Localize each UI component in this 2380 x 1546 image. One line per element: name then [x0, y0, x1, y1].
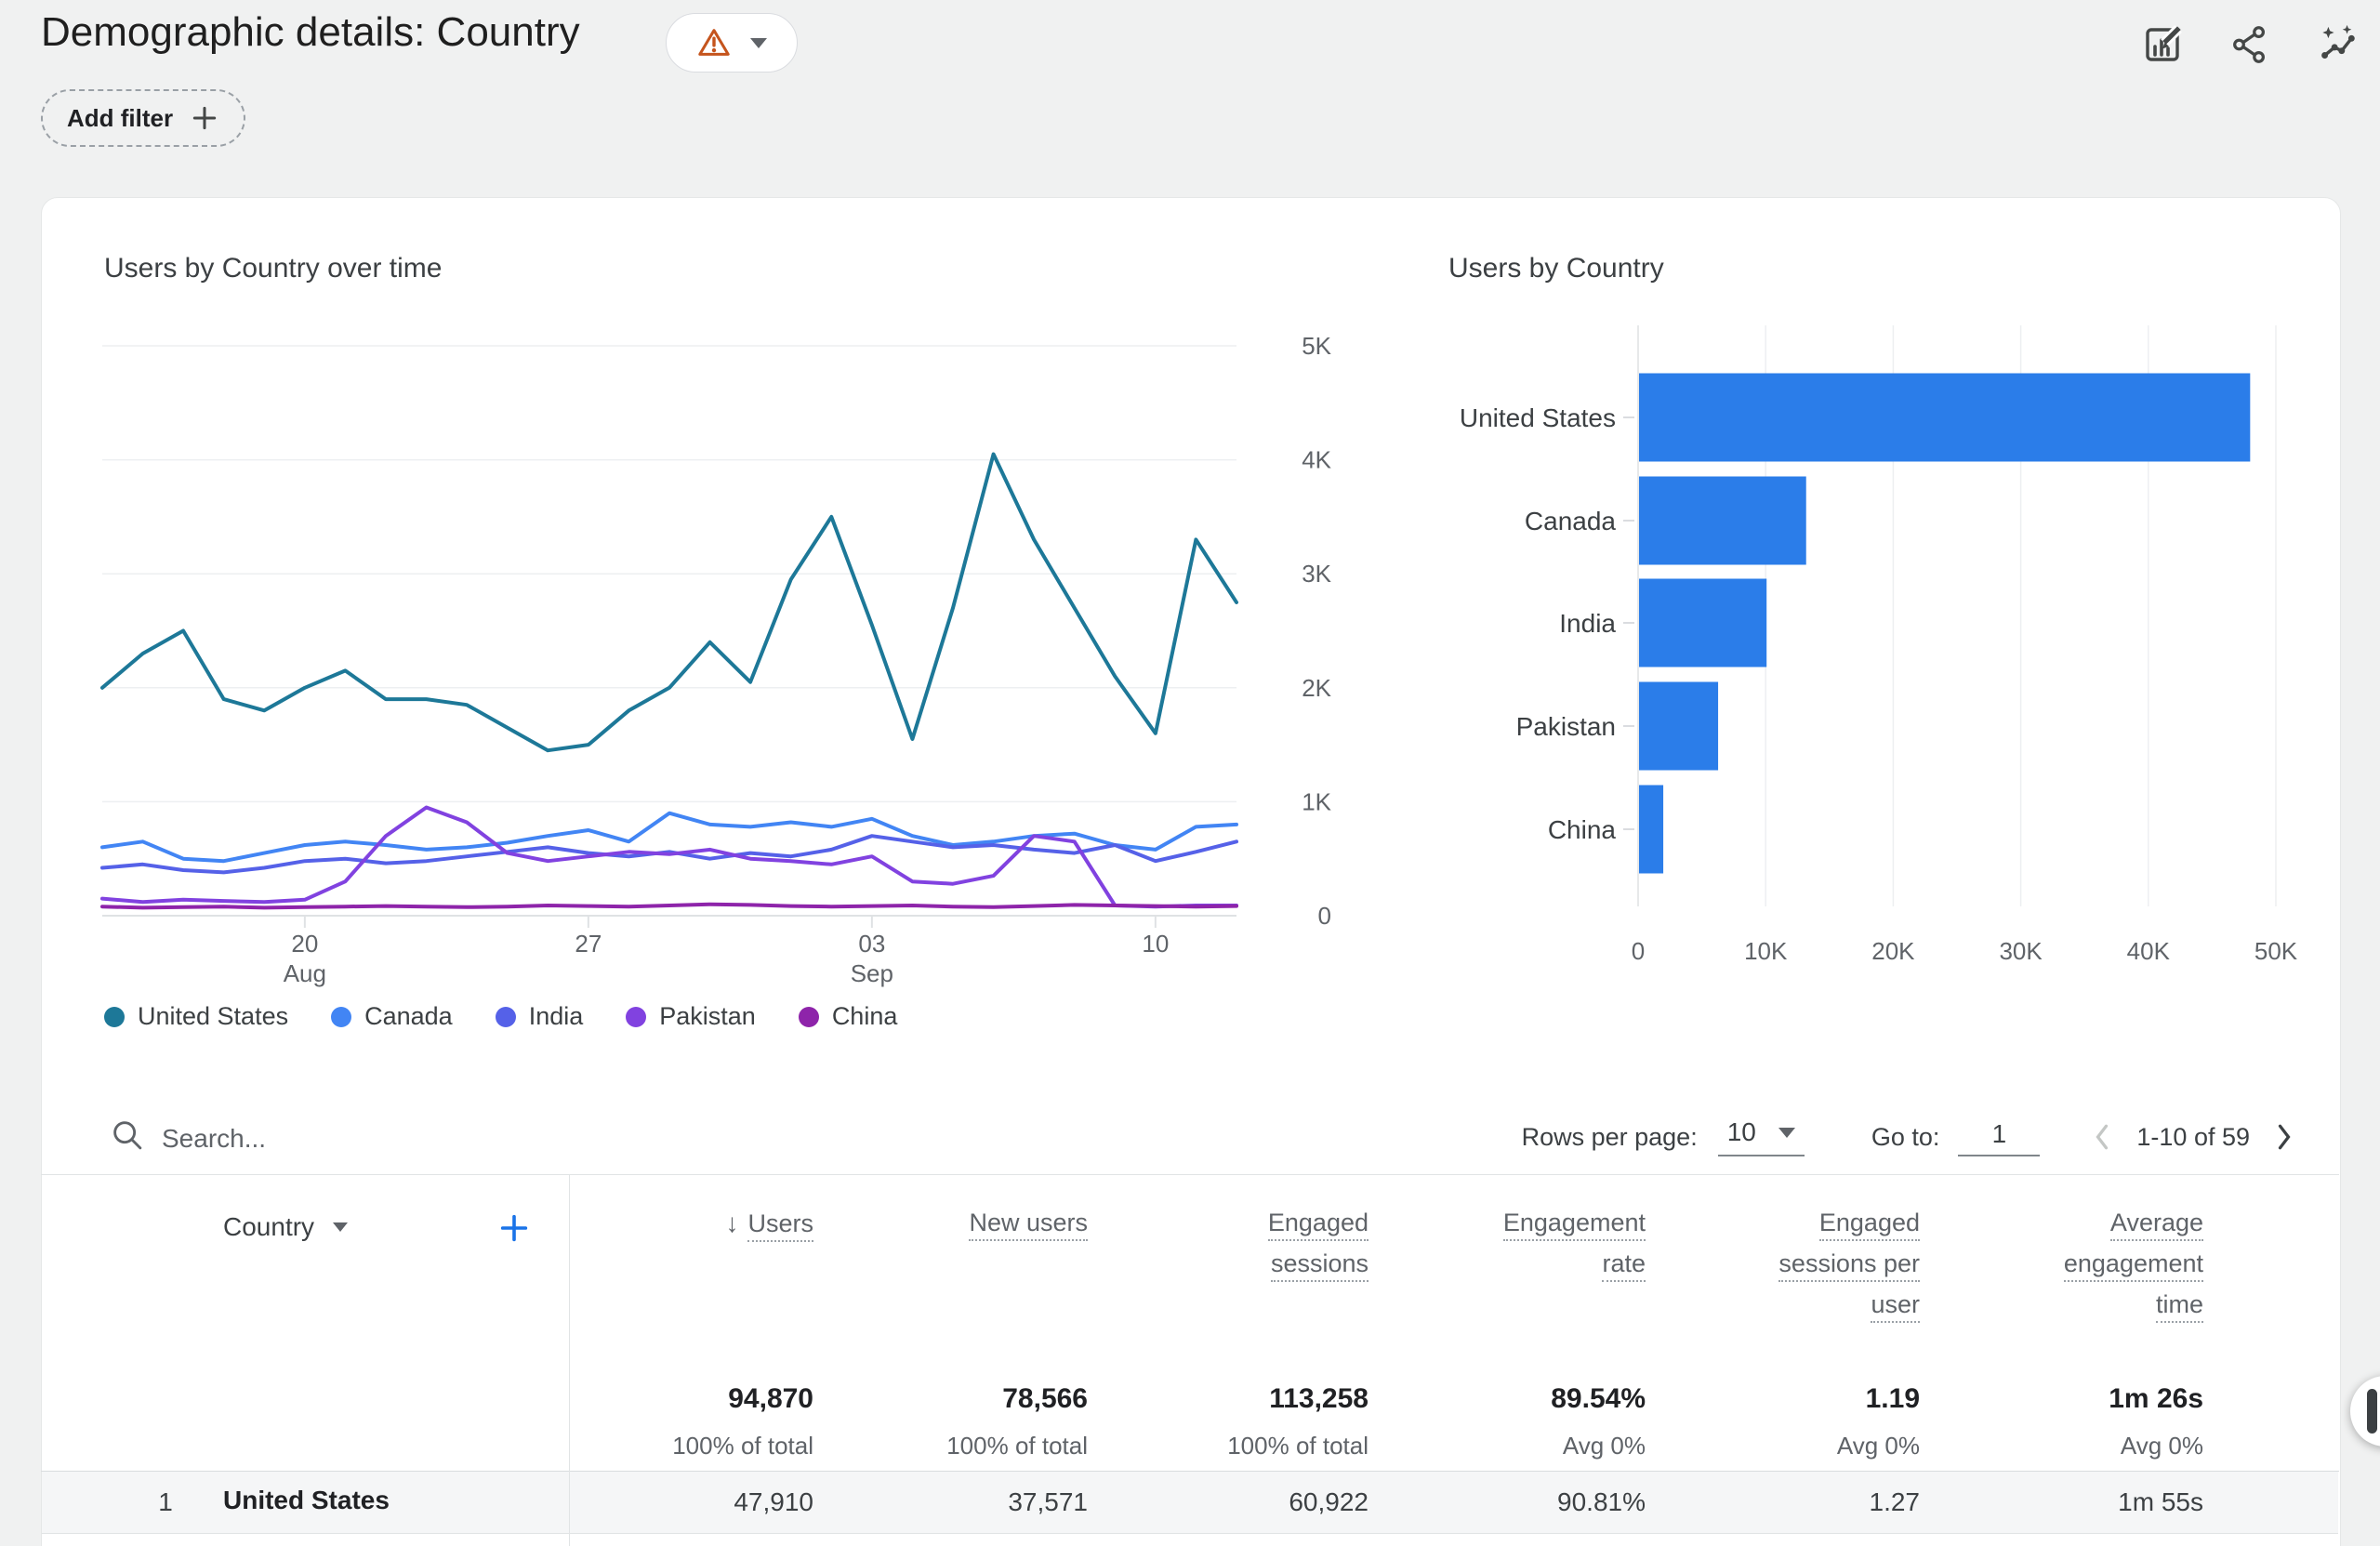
- legend-dot-icon: [496, 1007, 516, 1027]
- next-page-button[interactable]: [2274, 1120, 2294, 1154]
- legend-dot-icon: [331, 1007, 351, 1027]
- svg-text:10K: 10K: [1744, 937, 1788, 965]
- demographic-details-page: Demographic details: Country: [0, 0, 2380, 1546]
- pagination: 1-10 of 59: [2092, 1120, 2294, 1154]
- share-icon: [2228, 23, 2271, 66]
- divider: [41, 1174, 2339, 1175]
- row-index: 1: [139, 1487, 192, 1517]
- legend-label: China: [832, 1002, 898, 1031]
- data-quality-dropdown[interactable]: [666, 13, 798, 73]
- bar-category-label: Canada: [1525, 507, 1617, 535]
- bar-category-label: Pakistan: [1516, 712, 1616, 741]
- users-over-time-line-chart: 0 1K 2K 3K 4K 5K 20Aug 27 03Sep 10: [74, 325, 1367, 995]
- svg-text:3K: 3K: [1302, 560, 1331, 588]
- chevron-down-icon: [750, 38, 767, 48]
- legend-dot-icon: [799, 1007, 819, 1027]
- svg-text:0: 0: [1632, 937, 1645, 965]
- legend-item-india: India: [496, 1002, 584, 1031]
- warning-triangle-icon: [696, 25, 732, 60]
- scrollbar-thumb-icon: [2367, 1389, 2377, 1434]
- insights-button[interactable]: [2313, 20, 2361, 69]
- sort-descending-icon: ↓: [725, 1209, 738, 1237]
- column-header-text: Average: [2110, 1209, 2203, 1241]
- search-icon: [108, 1116, 147, 1155]
- column-header-average-engagement-time[interactable]: Average engagement time: [1869, 1209, 2203, 1331]
- totals-value: 1m 26s: [1869, 1383, 2203, 1415]
- svg-text:5K: 5K: [1302, 332, 1331, 360]
- svg-text:0: 0: [1318, 902, 1331, 930]
- legend-label: Pakistan: [659, 1002, 756, 1031]
- edit-report-icon: [2140, 22, 2185, 67]
- svg-text:50K: 50K: [2254, 937, 2298, 965]
- chevron-down-icon: [1778, 1128, 1795, 1138]
- go-to-page-input[interactable]: [1958, 1118, 2040, 1156]
- column-header-text: engagement: [2064, 1249, 2203, 1282]
- legend-dot-icon: [626, 1007, 646, 1027]
- svg-text:1K: 1K: [1302, 787, 1331, 815]
- svg-text:Sep: Sep: [851, 959, 893, 987]
- line-series-pakistan: [102, 808, 1236, 907]
- legend-item-china: China: [799, 1002, 898, 1031]
- svg-text:20: 20: [291, 930, 318, 958]
- row-country-label: United States: [223, 1486, 390, 1515]
- previous-page-button[interactable]: [2092, 1120, 2112, 1154]
- table-cell-value: 1m 55s: [1869, 1487, 2203, 1517]
- svg-text:40K: 40K: [2127, 937, 2171, 965]
- rows-per-page-select[interactable]: 10: [1718, 1117, 1805, 1156]
- legend-label: United States: [138, 1002, 288, 1031]
- svg-text:2K: 2K: [1302, 674, 1331, 702]
- svg-text:4K: 4K: [1302, 446, 1331, 474]
- divider: [41, 1471, 2339, 1472]
- pagination-range-label: 1-10 of 59: [2136, 1123, 2250, 1152]
- svg-text:10: 10: [1142, 930, 1169, 958]
- chevron-down-icon: [333, 1222, 348, 1232]
- search-input[interactable]: [160, 1114, 796, 1164]
- svg-text:20K: 20K: [1871, 937, 1915, 965]
- bar-pakistan: [1639, 682, 1718, 771]
- svg-text:30K: 30K: [1999, 937, 2043, 965]
- rows-per-page-label: Rows per page:: [1522, 1123, 1698, 1152]
- legend-dot-icon: [104, 1007, 125, 1027]
- legend-label: India: [529, 1002, 584, 1031]
- legend-label: Canada: [364, 1002, 453, 1031]
- plus-icon: [190, 103, 219, 133]
- line-series-china: [102, 905, 1236, 908]
- line-series-united-states: [102, 455, 1236, 751]
- bar-united-states: [1639, 374, 2250, 462]
- users-by-country-bar-chart: 0 10K 20K 30K 40K 50K United States Canada India…: [1432, 316, 2380, 967]
- insights-icon: [2316, 23, 2359, 66]
- bar-chart-title: Users by Country: [1448, 253, 1664, 284]
- dimension-header-label: Country: [223, 1212, 314, 1242]
- column-header-text: time: [2156, 1290, 2203, 1323]
- bar-category-label: United States: [1460, 403, 1616, 432]
- share-button[interactable]: [2226, 20, 2274, 69]
- bar-india: [1639, 579, 1766, 667]
- legend-item-pakistan: Pakistan: [626, 1002, 756, 1031]
- svg-text:27: 27: [575, 930, 602, 958]
- page-title: Demographic details: Country: [41, 9, 580, 56]
- rows-per-page-value: 10: [1727, 1117, 1756, 1147]
- bar-category-label: India: [1559, 609, 1616, 638]
- column-header-country[interactable]: Country: [223, 1212, 348, 1242]
- report-toolbar: [2138, 20, 2361, 69]
- svg-text:03: 03: [858, 930, 885, 958]
- go-to-label: Go to:: [1871, 1123, 1940, 1152]
- edit-report-button[interactable]: [2138, 20, 2187, 69]
- chart-legend: United States Canada India Pakistan China: [104, 1002, 897, 1031]
- totals-sub-label: Avg 0%: [1869, 1432, 2203, 1460]
- svg-text:Aug: Aug: [284, 959, 326, 987]
- legend-item-united-states: United States: [104, 1002, 288, 1031]
- bar-canada: [1639, 477, 1806, 565]
- add-filter-label: Add filter: [67, 104, 173, 133]
- line-chart-title: Users by Country over time: [104, 253, 442, 284]
- add-filter-button[interactable]: Add filter: [41, 89, 245, 147]
- bar-category-label: China: [1548, 815, 1617, 844]
- bar-china: [1639, 786, 1663, 874]
- table-controls: Rows per page: 10 Go to: 1-10 of 59: [1522, 1110, 2294, 1164]
- legend-item-canada: Canada: [331, 1002, 453, 1031]
